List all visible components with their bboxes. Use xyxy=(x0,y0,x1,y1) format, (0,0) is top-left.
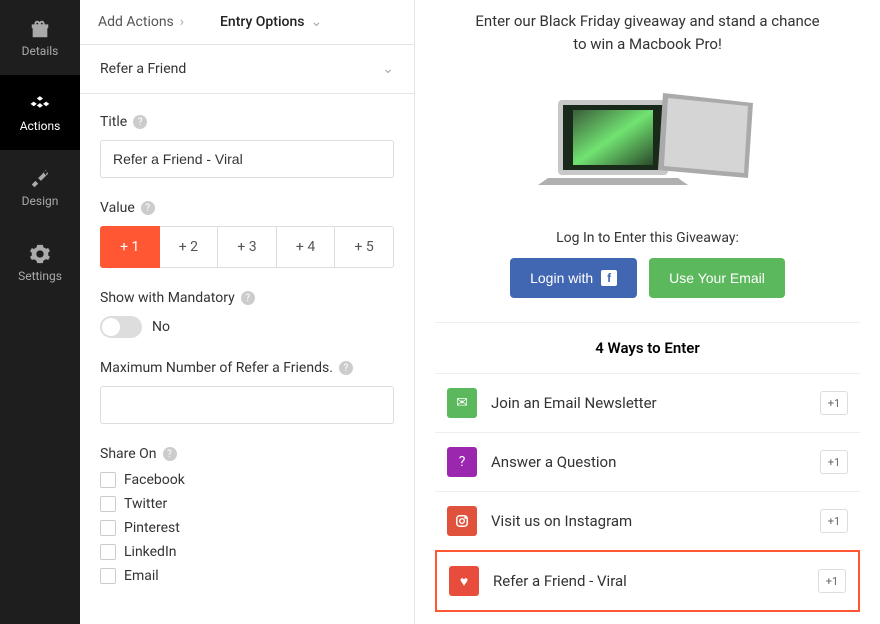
ways-to-enter-header: 4 Ways to Enter xyxy=(435,322,860,374)
share-pinterest-option[interactable]: Pinterest xyxy=(100,520,394,536)
login-buttons: Login with f Use Your Email xyxy=(435,258,860,298)
checkbox-icon xyxy=(100,496,116,512)
chevron-down-icon: ⌄ xyxy=(382,61,394,77)
editor-panel: Add Actions › Entry Options ⌄ Refer a Fr… xyxy=(80,0,415,624)
share-facebook-option[interactable]: Facebook xyxy=(100,472,394,488)
checkbox-icon xyxy=(100,520,116,536)
nav-design[interactable]: Design xyxy=(0,150,80,225)
chevron-right-icon: › xyxy=(180,14,184,30)
value-option-4[interactable]: + 4 xyxy=(277,226,336,268)
chevron-down-icon: ⌄ xyxy=(310,14,322,30)
gear-icon xyxy=(29,243,51,265)
nav-settings[interactable]: Settings xyxy=(0,225,80,300)
promo-headline: Enter our Black Friday giveaway and stan… xyxy=(435,0,860,55)
login-email-button[interactable]: Use Your Email xyxy=(649,258,785,298)
sidebar-nav: Details Actions Design Settings xyxy=(0,0,80,624)
login-facebook-button[interactable]: Login with f xyxy=(510,258,637,298)
preview-panel: Enter our Black Friday giveaway and stan… xyxy=(415,0,880,624)
entry-points-badge: +1 xyxy=(820,450,848,474)
help-icon[interactable]: ? xyxy=(241,291,255,305)
gift-icon xyxy=(29,18,51,40)
entry-points-badge: +1 xyxy=(818,569,846,593)
nav-label: Settings xyxy=(18,269,62,283)
value-option-1[interactable]: + 1 xyxy=(100,226,160,268)
tab-add-actions[interactable]: Add Actions › xyxy=(80,0,202,44)
envelope-icon: ✉ xyxy=(447,388,477,418)
max-label: Maximum Number of Refer a Friends. ? xyxy=(100,360,394,376)
title-input[interactable] xyxy=(100,140,394,178)
entry-refer-friend[interactable]: ♥ Refer a Friend - Viral +1 xyxy=(435,550,860,612)
value-option-3[interactable]: + 3 xyxy=(218,226,277,268)
wand-icon xyxy=(29,168,51,190)
share-twitter-option[interactable]: Twitter xyxy=(100,496,394,512)
tab-entry-options[interactable]: Entry Options ⌄ xyxy=(202,0,340,44)
question-icon: ? xyxy=(447,447,477,477)
value-label: Value ? xyxy=(100,200,394,216)
action-form: Title ? Value ? + 1 + 2 + 3 + 4 + 5 xyxy=(80,94,414,624)
facebook-icon: f xyxy=(601,270,617,286)
toggle-state-label: No xyxy=(152,319,170,335)
share-linkedin-option[interactable]: LinkedIn xyxy=(100,544,394,560)
entry-question[interactable]: ? Answer a Question +1 xyxy=(435,433,860,492)
nav-label: Details xyxy=(22,44,59,58)
nav-details[interactable]: Details xyxy=(0,0,80,75)
entry-points-badge: +1 xyxy=(820,391,848,415)
accordion-refer-friend[interactable]: Refer a Friend ⌄ xyxy=(80,45,414,94)
blocks-icon xyxy=(29,93,51,115)
instagram-icon xyxy=(447,506,477,536)
mandatory-toggle[interactable] xyxy=(100,316,142,338)
entry-points-badge: +1 xyxy=(820,509,848,533)
checkbox-icon xyxy=(100,568,116,584)
value-option-2[interactable]: + 2 xyxy=(160,226,219,268)
help-icon[interactable]: ? xyxy=(133,115,147,129)
product-image xyxy=(435,70,860,210)
value-button-group: + 1 + 2 + 3 + 4 + 5 xyxy=(100,226,394,268)
nav-label: Design xyxy=(22,194,59,208)
checkbox-icon xyxy=(100,544,116,560)
mandatory-label: Show with Mandatory ? xyxy=(100,290,394,306)
help-icon[interactable]: ? xyxy=(163,447,177,461)
max-input[interactable] xyxy=(100,386,394,424)
share-label: Share On ? xyxy=(100,446,394,462)
nav-label: Actions xyxy=(20,119,61,133)
entry-instagram[interactable]: Visit us on Instagram +1 xyxy=(435,492,860,551)
editor-tabs: Add Actions › Entry Options ⌄ xyxy=(80,0,414,45)
help-icon[interactable]: ? xyxy=(339,361,353,375)
preview-footer: Giveaway Rules & Terms | ✷ Not Using Raf… xyxy=(435,612,860,624)
checkbox-icon xyxy=(100,472,116,488)
title-label: Title ? xyxy=(100,114,394,130)
heart-icon: ♥ xyxy=(449,566,479,596)
help-icon[interactable]: ? xyxy=(141,201,155,215)
entry-newsletter[interactable]: ✉ Join an Email Newsletter +1 xyxy=(435,374,860,433)
value-option-5[interactable]: + 5 xyxy=(335,226,394,268)
nav-actions[interactable]: Actions xyxy=(0,75,80,150)
login-caption: Log In to Enter this Giveaway: xyxy=(435,230,860,246)
share-email-option[interactable]: Email xyxy=(100,568,394,584)
